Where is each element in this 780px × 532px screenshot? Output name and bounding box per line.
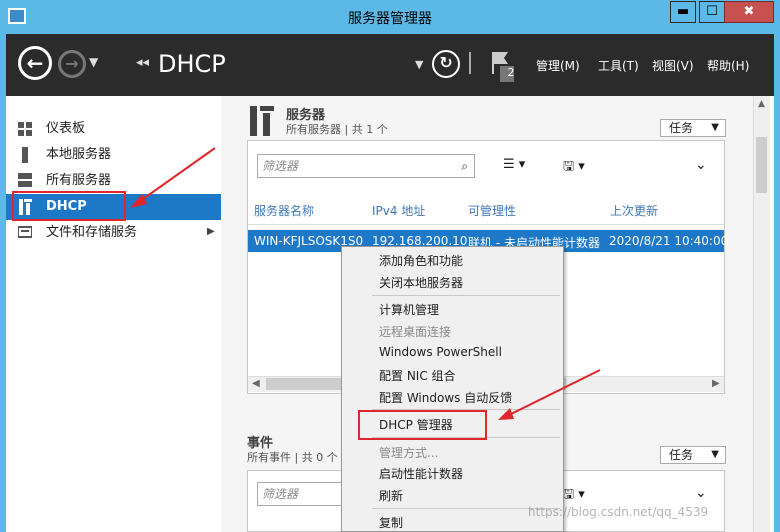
annotation-arrows bbox=[130, 147, 601, 420]
annotation-arrow-line bbox=[135, 147, 216, 205]
annotation-arrow-line bbox=[504, 369, 601, 418]
annotation-arrowhead bbox=[498, 408, 514, 420]
annotation-arrowhead bbox=[130, 194, 147, 208]
watermark: https://blog.csdn.net/qq_4539 bbox=[528, 505, 709, 519]
